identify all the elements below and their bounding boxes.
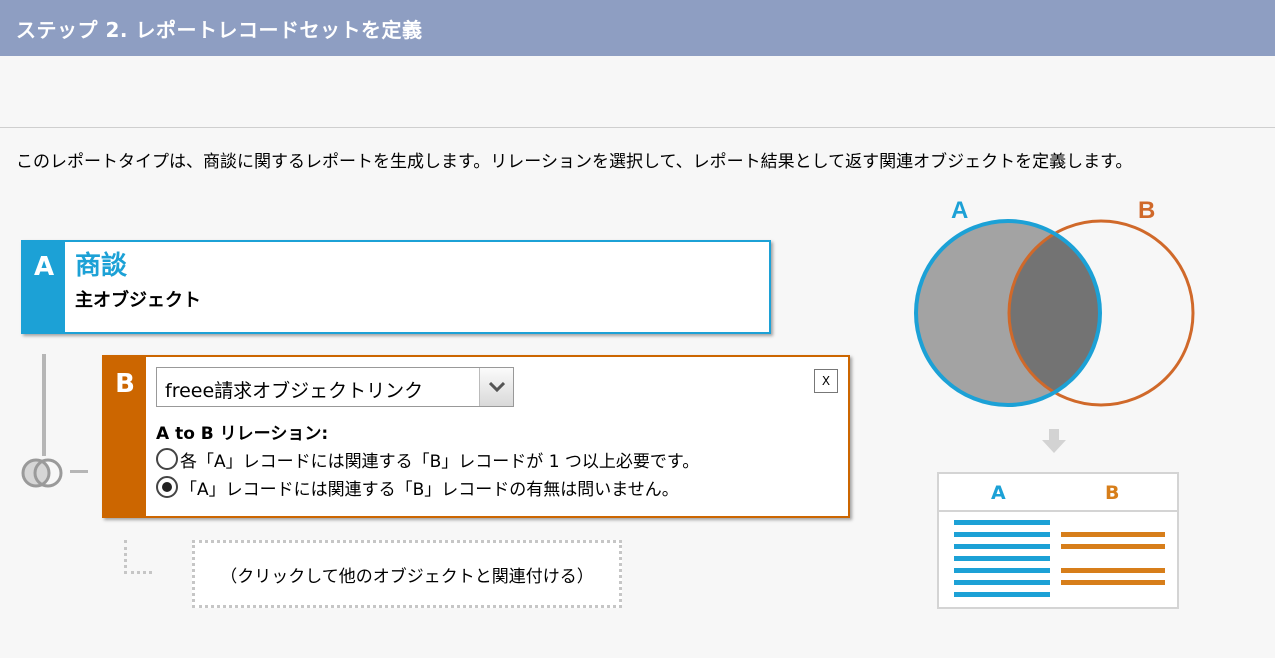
chevron-down-icon[interactable] — [479, 368, 513, 406]
add-related-label: （クリックして他のオブジェクトと関連付ける） — [220, 566, 594, 587]
venn-label-a: A — [951, 197, 968, 224]
radio-optional[interactable] — [156, 476, 178, 498]
close-icon[interactable]: X — [814, 369, 838, 393]
description-text: このレポートタイプは、商談に関するレポートを生成します。リレーションを選択して、… — [16, 152, 1133, 172]
selected-object-label: freee請求オブジェクトリンク — [165, 380, 424, 402]
result-table-header: A B — [939, 474, 1177, 512]
step-header: ステップ 2. レポートレコードセットを定義 — [0, 0, 1275, 56]
add-related-object-button[interactable]: （クリックして他のオブジェクトと関連付ける） — [192, 540, 622, 608]
dotted-connector — [124, 540, 152, 574]
radio-optional-label: 「A」レコードには関連する「B」レコードの有無は問いません。 — [180, 479, 679, 500]
related-object-select[interactable]: freee請求オブジェクトリンク — [156, 367, 514, 407]
result-rows — [954, 520, 1165, 597]
primary-object-subtitle: 主オブジェクト — [75, 290, 201, 311]
connector-line — [42, 354, 46, 456]
close-label: X — [821, 374, 831, 388]
radio-required-label: 各「A」レコードには関連する「B」レコードが 1 つ以上必要です。 — [180, 451, 700, 472]
relation-option-optional[interactable]: 「A」レコードには関連する「B」レコードの有無は問いません。 — [156, 474, 838, 500]
header-spacer — [0, 56, 1275, 128]
venn-label-b: B — [1138, 197, 1155, 224]
radio-required[interactable] — [156, 448, 178, 470]
relation-label: A to B リレーション: — [156, 424, 329, 444]
primary-object-box: A 商談 主オブジェクト — [21, 240, 771, 334]
relation-option-required[interactable]: 各「A」レコードには関連する「B」レコードが 1 つ以上必要です。 — [156, 446, 838, 472]
page-title: ステップ 2. レポートレコードセットを定義 — [16, 18, 423, 42]
primary-object-name: 商談 — [75, 251, 128, 281]
result-table-diagram: A B — [937, 472, 1179, 609]
related-object-box: B freee請求オブジェクトリンク X A to B リレーション: 各「A」… — [102, 355, 850, 518]
table-header-b: B — [1105, 482, 1120, 504]
table-header-a: A — [991, 482, 1006, 504]
venn-diagram: A B — [914, 197, 1195, 407]
connector-stub — [70, 470, 88, 473]
arrow-down-icon — [1042, 429, 1066, 453]
join-circles-icon — [21, 458, 63, 488]
object-a-badge: A — [23, 242, 65, 332]
object-b-badge: B — [104, 357, 146, 516]
